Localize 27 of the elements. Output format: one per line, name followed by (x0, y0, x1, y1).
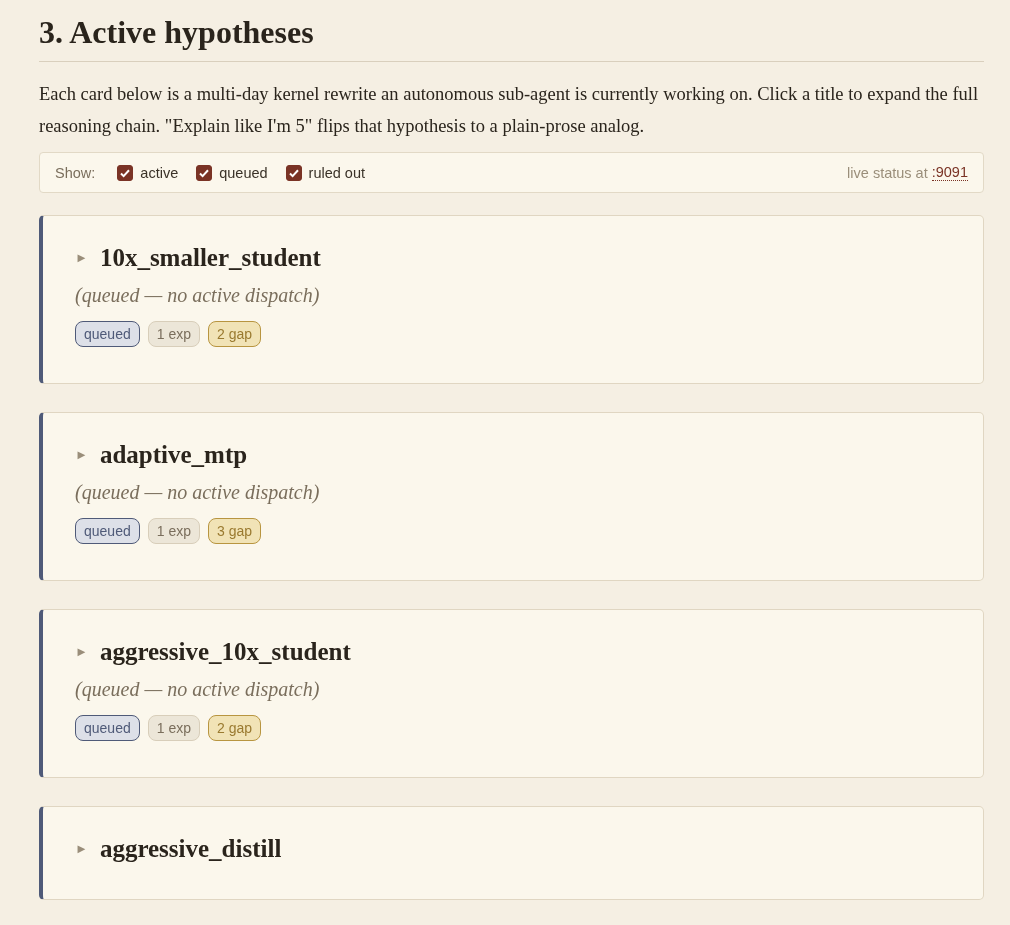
checkbox[interactable] (285, 164, 302, 181)
status-note: (queued — no active dispatch) (75, 284, 321, 307)
gap-tag: 2 gap (207, 321, 261, 347)
exp-tag: 1 exp (147, 715, 200, 741)
status-tag: queued (75, 715, 140, 741)
exp-tag: 1 exp (147, 518, 200, 544)
status-note: (queued — no active dispatch) (75, 678, 321, 701)
status-tag: queued (75, 518, 140, 544)
section-heading: 3. Active hypotheses (39, 14, 314, 51)
filter-label[interactable]: ruled out (308, 164, 366, 181)
filter-label[interactable]: active (140, 164, 179, 181)
port-link[interactable]: :9091 (931, 164, 968, 181)
checkbox[interactable] (117, 164, 134, 181)
exp-tag: 1 exp (147, 321, 200, 347)
status-text: live status at (847, 164, 928, 181)
hypothesis-title[interactable]: aggressive_distill (99, 835, 282, 863)
hypothesis-title[interactable]: 10x_smaller_student (99, 244, 321, 272)
filter-label[interactable]: queued (219, 164, 268, 181)
hypothesis-title[interactable]: aggressive_10x_student (99, 638, 351, 666)
checkbox[interactable] (196, 164, 213, 181)
show-label: Show: (55, 164, 96, 181)
status-note: (queued — no active dispatch) (75, 481, 321, 504)
intro-paragraph: Each card below is a multi-day kernel rewrite an autonomous sub-agent is currently working on. Click a title to expand the full reasoning chain. "Explain like I'm 5" flips that hypothesis to a plain-prose analog. (39, 83, 980, 138)
gap-tag: 3 gap (207, 518, 261, 544)
hypothesis-title[interactable]: adaptive_mtp (99, 441, 248, 469)
status-tag: queued (75, 321, 140, 347)
gap-tag: 2 gap (207, 715, 261, 741)
